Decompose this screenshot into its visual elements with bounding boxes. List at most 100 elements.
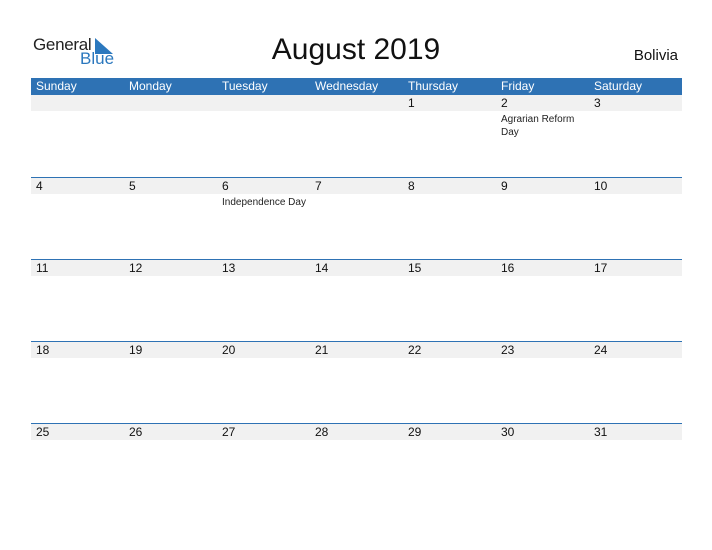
weekday-header: Sunday Monday Tuesday Wednesday Thursday…	[31, 78, 682, 95]
day-number: 28	[310, 424, 403, 440]
day-number: 3	[589, 95, 682, 111]
day-number: 16	[496, 260, 589, 276]
holiday-label	[310, 440, 403, 442]
day-number: 29	[403, 424, 496, 440]
day-number: 23	[496, 342, 589, 358]
day-cell: 10	[589, 178, 682, 259]
day-cell: 6 Independence Day	[217, 178, 310, 259]
day-cell: 12	[124, 260, 217, 341]
calendar-grid: Sunday Monday Tuesday Wednesday Thursday…	[31, 78, 682, 505]
day-number	[31, 95, 124, 111]
holiday-label	[403, 194, 496, 196]
weekday-monday: Monday	[129, 79, 172, 93]
holiday-label	[124, 111, 217, 113]
day-cell: 30	[496, 424, 589, 505]
holiday-label	[496, 440, 589, 442]
holiday-label	[403, 358, 496, 360]
holiday-label	[124, 194, 217, 196]
weekday-thursday: Thursday	[408, 79, 459, 93]
day-number: 15	[403, 260, 496, 276]
day-cell: 22	[403, 342, 496, 423]
holiday-label	[31, 111, 124, 113]
day-number: 7	[310, 178, 403, 194]
weekday-friday: Friday	[501, 79, 535, 93]
holiday-label	[589, 440, 682, 442]
day-cell: 9	[496, 178, 589, 259]
holiday-label	[217, 276, 310, 278]
day-number: 2	[496, 95, 589, 111]
day-cell: 23	[496, 342, 589, 423]
day-cell: 17	[589, 260, 682, 341]
day-cell: 21	[310, 342, 403, 423]
day-cell: 27	[217, 424, 310, 505]
holiday-label	[124, 358, 217, 360]
day-number	[217, 95, 310, 111]
weekday-tuesday: Tuesday	[222, 79, 268, 93]
day-number: 6	[217, 178, 310, 194]
calendar-week: 4 5 6 Independence Day 7 8 9 10	[31, 177, 682, 259]
day-cell: 16	[496, 260, 589, 341]
weekday-sunday: Sunday	[36, 79, 77, 93]
holiday-label	[496, 276, 589, 278]
day-cell: 31	[589, 424, 682, 505]
day-number: 12	[124, 260, 217, 276]
day-number: 18	[31, 342, 124, 358]
calendar-week: 11 12 13 14 15 16 17	[31, 259, 682, 341]
holiday-label	[589, 358, 682, 360]
day-cell: 15	[403, 260, 496, 341]
holiday-label	[31, 276, 124, 278]
day-number: 24	[589, 342, 682, 358]
holiday-label: Agrarian Reform Day	[501, 114, 575, 138]
day-number: 22	[403, 342, 496, 358]
holiday-label	[217, 440, 310, 442]
day-cell: 18	[31, 342, 124, 423]
day-cell	[31, 95, 124, 177]
day-number: 4	[31, 178, 124, 194]
day-number	[124, 95, 217, 111]
day-cell: 7	[310, 178, 403, 259]
day-cell	[124, 95, 217, 177]
day-cell: 20	[217, 342, 310, 423]
day-cell: 11	[31, 260, 124, 341]
day-number	[310, 95, 403, 111]
holiday-label	[310, 276, 403, 278]
holiday-label	[589, 111, 682, 113]
day-number: 27	[217, 424, 310, 440]
day-number: 20	[217, 342, 310, 358]
holiday-label	[124, 440, 217, 442]
day-cell: 1	[403, 95, 496, 177]
day-cell: 19	[124, 342, 217, 423]
day-number: 14	[310, 260, 403, 276]
holiday-label	[496, 194, 589, 196]
day-cell: 5	[124, 178, 217, 259]
weeks-container: 1 2 Agrarian Reform Day 3 4 5 6 Independence Da…	[31, 95, 682, 505]
day-cell: 29	[403, 424, 496, 505]
day-number: 8	[403, 178, 496, 194]
day-number: 21	[310, 342, 403, 358]
holiday-label	[403, 276, 496, 278]
day-number: 25	[31, 424, 124, 440]
day-number: 19	[124, 342, 217, 358]
day-cell: 14	[310, 260, 403, 341]
holiday-label	[310, 111, 403, 113]
day-number: 26	[124, 424, 217, 440]
holiday-label	[310, 358, 403, 360]
day-number: 10	[589, 178, 682, 194]
day-cell: 28	[310, 424, 403, 505]
calendar-week: 25 26 27 28 29 30 31	[31, 423, 682, 505]
day-cell	[310, 95, 403, 177]
weekday-saturday: Saturday	[594, 79, 643, 93]
day-cell: 24	[589, 342, 682, 423]
weekday-wednesday: Wednesday	[315, 79, 379, 93]
day-number: 17	[589, 260, 682, 276]
holiday-label	[589, 194, 682, 196]
holiday-label	[310, 194, 403, 196]
day-number: 5	[124, 178, 217, 194]
holiday-label	[31, 440, 124, 442]
holiday-label	[589, 276, 682, 278]
day-number: 31	[589, 424, 682, 440]
calendar-week: 1 2 Agrarian Reform Day 3	[31, 95, 682, 177]
calendar-week: 18 19 20 21 22 23 24	[31, 341, 682, 423]
holiday-label	[31, 194, 124, 196]
day-cell: 25	[31, 424, 124, 505]
